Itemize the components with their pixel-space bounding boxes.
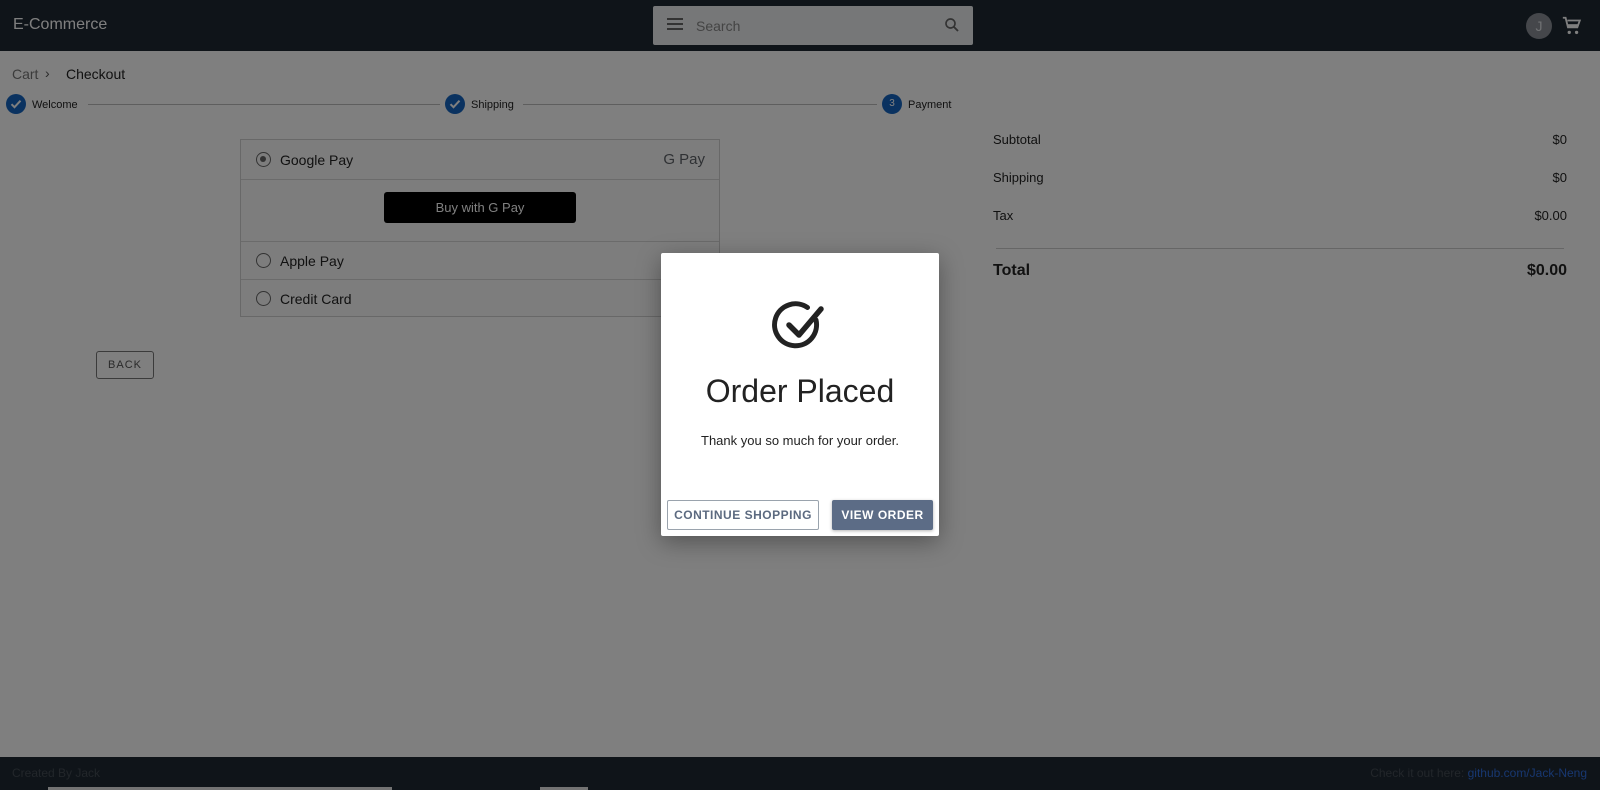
dialog-title: Order Placed <box>705 373 895 409</box>
dialog-message: Thank you so much for your order. <box>701 433 899 448</box>
view-order-button[interactable]: VIEW ORDER <box>832 500 933 530</box>
continue-shopping-button[interactable]: CONTINUE SHOPPING <box>667 500 819 530</box>
order-placed-dialog: Order Placed Thank you so much for your … <box>661 253 939 536</box>
check-circle-icon <box>772 301 824 349</box>
